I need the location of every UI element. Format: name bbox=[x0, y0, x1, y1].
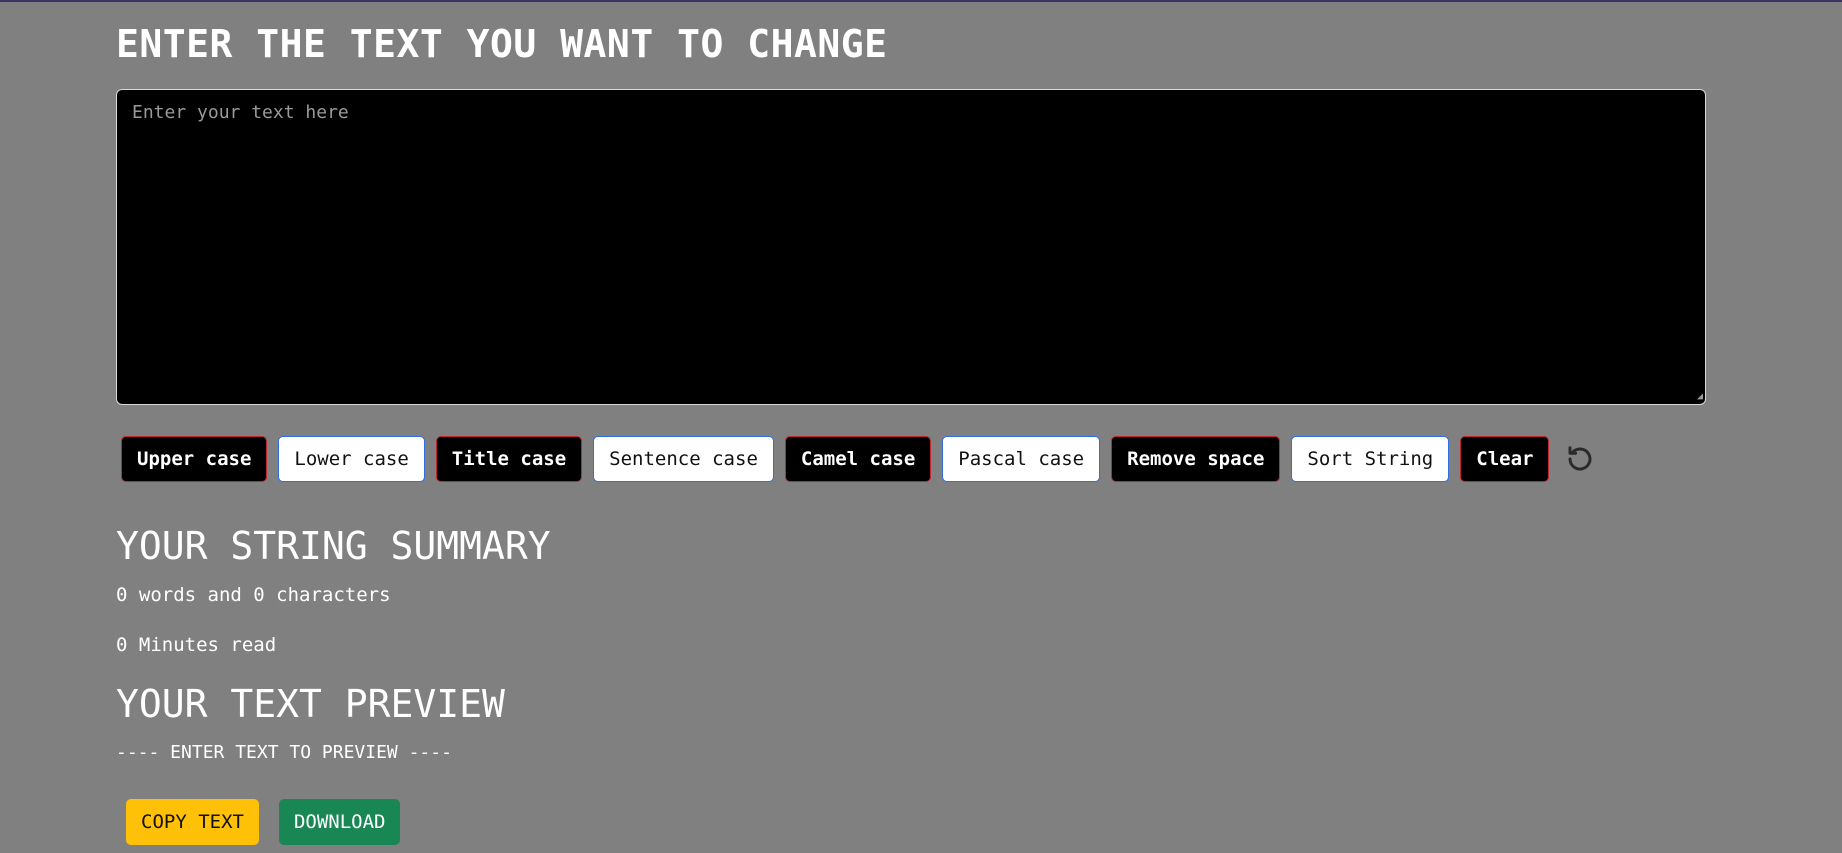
preview-text: ---- ENTER TEXT TO PREVIEW ---- bbox=[116, 742, 452, 763]
resize-grip-icon[interactable]: ◢ bbox=[1693, 392, 1703, 402]
preview-title: YOUR TEXT PREVIEW bbox=[116, 682, 505, 726]
word-count-text: 0 words and 0 characters bbox=[116, 584, 391, 606]
copy-text-button[interactable]: COPY TEXT bbox=[126, 799, 259, 845]
text-input[interactable] bbox=[116, 89, 1706, 405]
remove-space-button[interactable]: Remove space bbox=[1111, 436, 1281, 482]
top-border bbox=[0, 0, 1842, 2]
upper-case-button[interactable]: Upper case bbox=[121, 436, 268, 482]
undo-icon[interactable] bbox=[1562, 441, 1598, 477]
title-case-button[interactable]: Title case bbox=[435, 436, 583, 482]
page-title: ENTER THE TEXT YOU WANT TO CHANGE bbox=[116, 22, 888, 66]
action-buttons: COPY TEXT DOWNLOAD bbox=[126, 799, 401, 845]
download-button[interactable]: DOWNLOAD bbox=[278, 799, 401, 845]
read-time-text: 0 Minutes read bbox=[116, 634, 277, 656]
editor-wrapper: ◢ bbox=[116, 89, 1706, 405]
lower-case-button[interactable]: Lower case bbox=[278, 436, 425, 482]
pascal-case-button[interactable]: Pascal case bbox=[942, 436, 1101, 482]
transform-toolbar: Upper case Lower case Title case Sentenc… bbox=[121, 436, 1598, 482]
summary-title: YOUR STRING SUMMARY bbox=[116, 524, 551, 568]
sort-string-button[interactable]: Sort String bbox=[1291, 436, 1450, 482]
sentence-case-button[interactable]: Sentence case bbox=[593, 436, 774, 482]
clear-button[interactable]: Clear bbox=[1460, 436, 1550, 482]
camel-case-button[interactable]: Camel case bbox=[784, 436, 932, 482]
